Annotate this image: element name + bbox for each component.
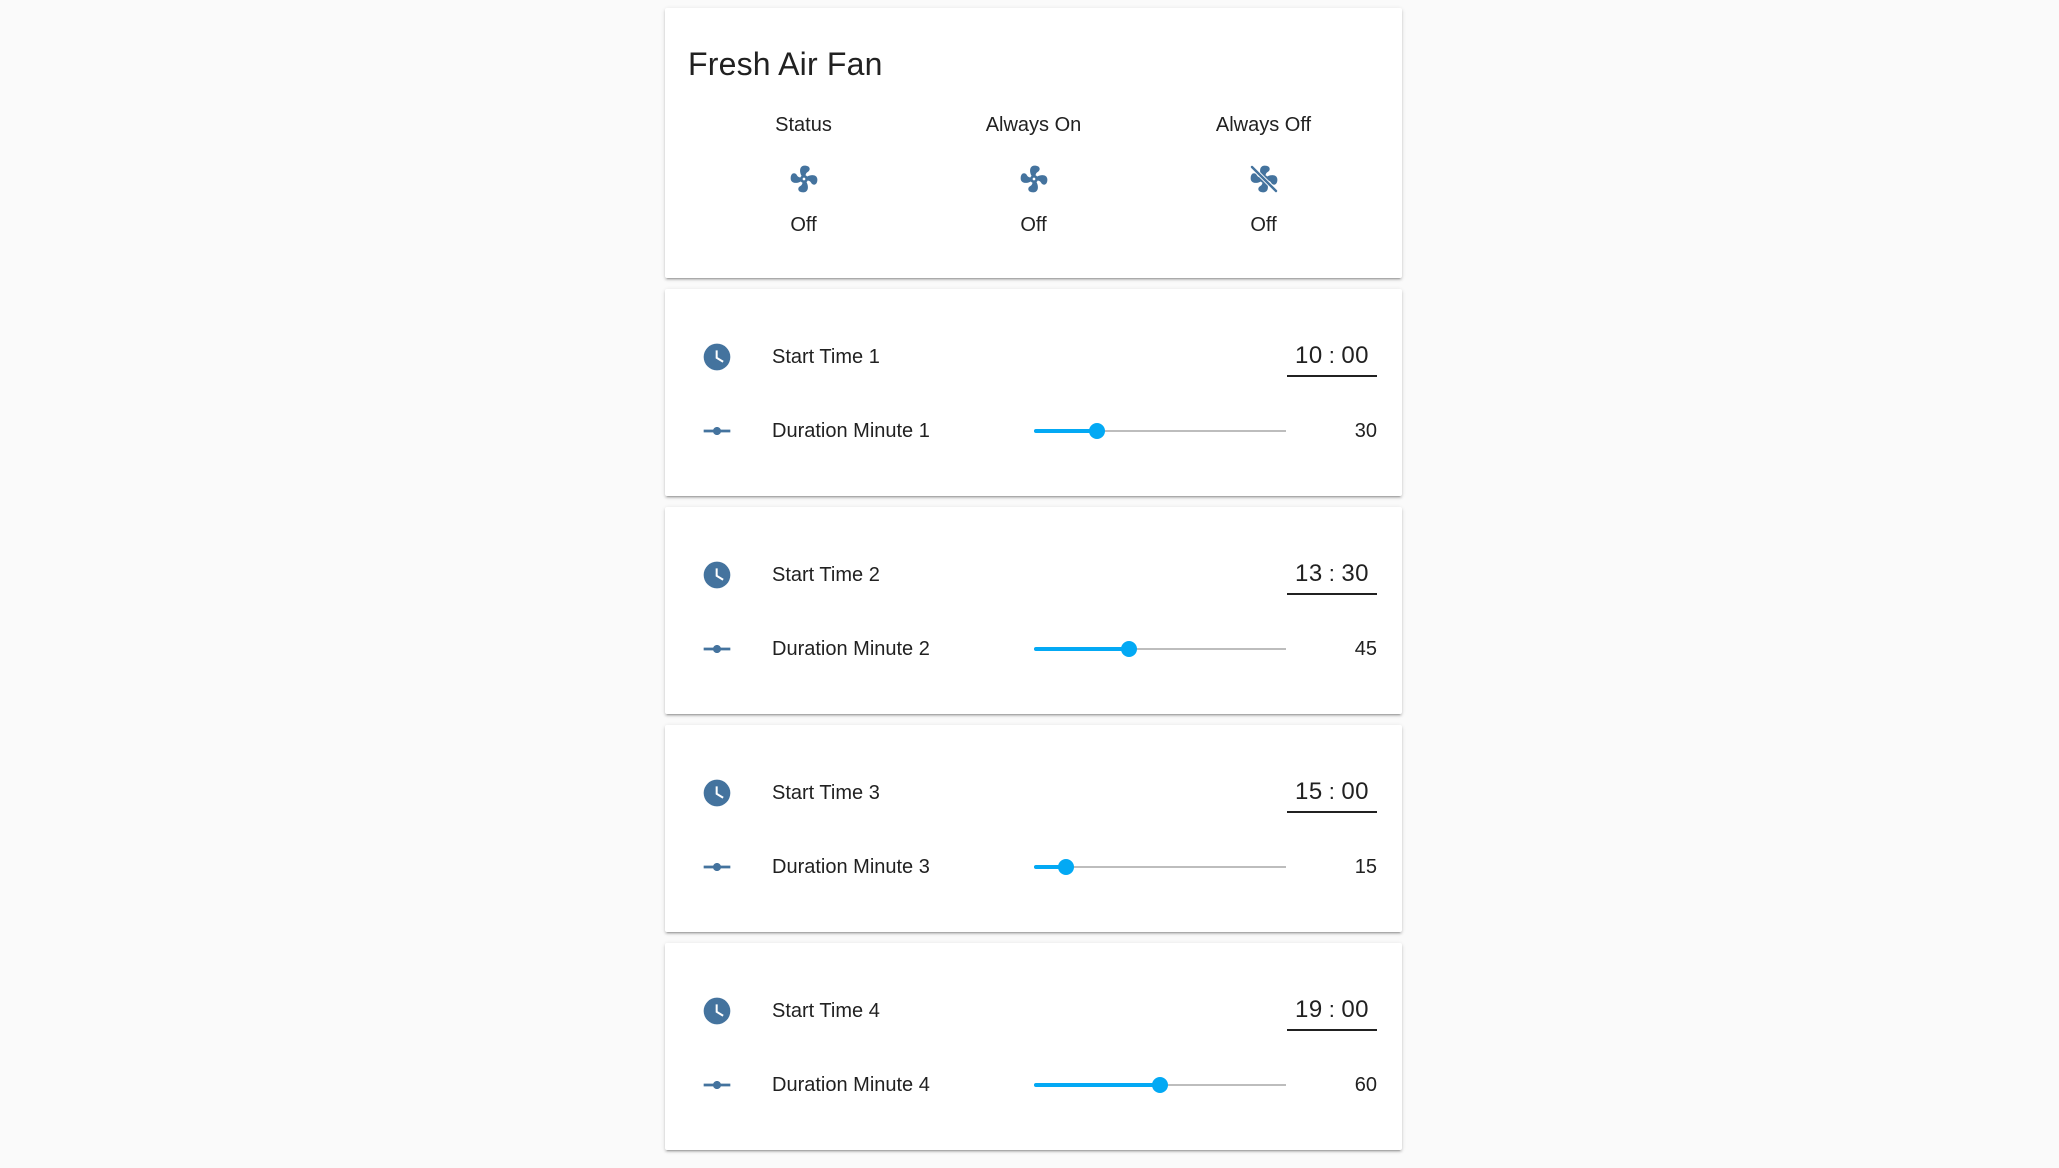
duration-row: Duration Minute 4 60 (665, 1065, 1402, 1105)
glance-item-always-on[interactable]: Always On Off (919, 113, 1149, 237)
slider-knob[interactable] (1057, 859, 1074, 875)
duration-slider[interactable] (1034, 857, 1286, 877)
start-time-label: Start Time 2 (772, 564, 880, 586)
glance-name: Always On (985, 114, 1082, 136)
slider-knob[interactable] (1089, 423, 1105, 439)
ray-vertex-icon (701, 1069, 733, 1101)
start-time-label: Start Time 1 (772, 346, 880, 368)
dashboard-column: Fresh Air Fan Status Off Always On Off A… (665, 8, 1402, 1161)
start-time-row: Start Time 1 10 : 00 (665, 337, 1402, 377)
slider-fill (1034, 429, 1097, 433)
clock-icon (701, 559, 733, 591)
ray-vertex-icon (701, 633, 733, 665)
slider-knob[interactable] (1152, 1077, 1168, 1093)
hour-field[interactable]: 19 (1295, 996, 1323, 1024)
duration-label: Duration Minute 3 (772, 856, 930, 878)
duration-value: 15 (1354, 856, 1377, 878)
schedule-card-3: Start Time 3 15 : 00 Duration Minute 3 1… (665, 725, 1402, 932)
ray-vertex-icon (701, 415, 733, 447)
time-separator: : (1328, 779, 1336, 804)
glance-state: Off (790, 214, 817, 236)
hour-field[interactable]: 13 (1295, 560, 1323, 588)
schedule-card-2: Start Time 2 13 : 30 Duration Minute 2 4… (665, 507, 1402, 714)
duration-row: Duration Minute 2 45 (665, 629, 1402, 669)
glance-item-status[interactable]: Status Off (689, 113, 919, 237)
duration-slider[interactable] (1034, 421, 1286, 441)
start-time-row: Start Time 3 15 : 00 (665, 773, 1402, 813)
clock-icon (701, 341, 733, 373)
slider-fill (1034, 1083, 1160, 1087)
duration-value: 45 (1354, 638, 1377, 660)
glance-state: Off (1250, 214, 1277, 236)
schedule-card-1: Start Time 1 10 : 00 Duration Minute 1 3… (665, 289, 1402, 496)
duration-label: Duration Minute 4 (772, 1074, 930, 1096)
time-input[interactable]: 10 : 00 (1287, 337, 1377, 377)
duration-slider[interactable] (1034, 1075, 1286, 1095)
start-time-row: Start Time 2 13 : 30 (665, 555, 1402, 595)
hour-field[interactable]: 15 (1295, 778, 1323, 806)
slider-knob[interactable] (1120, 641, 1137, 657)
duration-value: 30 (1354, 420, 1377, 442)
time-separator: : (1328, 997, 1336, 1022)
duration-slider[interactable] (1034, 639, 1286, 659)
clock-icon (701, 995, 733, 1027)
card-title: Fresh Air Fan (688, 46, 883, 82)
hour-field[interactable]: 10 (1295, 342, 1323, 370)
start-time-label: Start Time 3 (772, 782, 880, 804)
time-separator: : (1328, 561, 1336, 586)
clock-icon (701, 777, 733, 809)
fresh-air-fan-card: Fresh Air Fan Status Off Always On Off A… (665, 8, 1402, 278)
minute-field[interactable]: 00 (1341, 778, 1369, 806)
duration-value: 60 (1354, 1074, 1377, 1096)
schedule-card-4: Start Time 4 19 : 00 Duration Minute 4 6… (665, 943, 1402, 1150)
duration-row: Duration Minute 3 15 (665, 847, 1402, 887)
glance-name: Status (775, 114, 832, 136)
minute-field[interactable]: 00 (1341, 996, 1369, 1024)
duration-label: Duration Minute 1 (772, 420, 930, 442)
duration-label: Duration Minute 2 (772, 638, 930, 660)
fan-icon (786, 161, 822, 197)
time-input[interactable]: 19 : 00 (1287, 991, 1377, 1031)
start-time-row: Start Time 4 19 : 00 (665, 991, 1402, 1031)
glance-item-always-off[interactable]: Always Off Off (1149, 113, 1379, 237)
minute-field[interactable]: 00 (1341, 342, 1369, 370)
time-separator: : (1328, 343, 1336, 368)
glance-name: Always Off (1215, 114, 1312, 136)
time-input[interactable]: 15 : 00 (1287, 773, 1377, 813)
glance-row: Status Off Always On Off Always Off Off (665, 113, 1402, 237)
time-input[interactable]: 13 : 30 (1287, 555, 1377, 595)
slider-fill (1034, 647, 1129, 651)
start-time-label: Start Time 4 (772, 1000, 880, 1022)
glance-state: Off (1020, 214, 1047, 236)
fan-off-icon (1246, 161, 1282, 197)
minute-field[interactable]: 30 (1341, 560, 1369, 588)
fan-icon (1016, 161, 1052, 197)
ray-vertex-icon (701, 851, 733, 883)
duration-row: Duration Minute 1 30 (665, 411, 1402, 451)
